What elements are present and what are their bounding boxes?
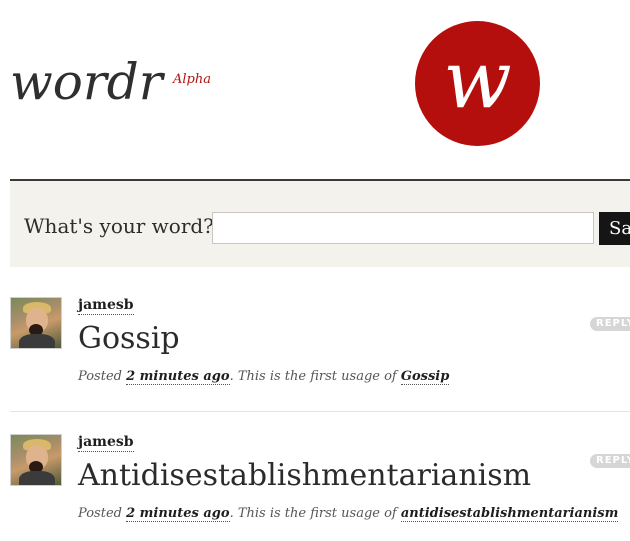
user-avatar[interactable] [10, 434, 62, 486]
reply-button[interactable]: REPLY [590, 317, 630, 331]
username-link[interactable]: jamesb [78, 297, 134, 315]
alpha-badge: Alpha [173, 72, 211, 87]
brand-logo-icon: w [415, 21, 540, 146]
usage-link[interactable]: antidisestablishmentarianism [400, 506, 619, 522]
time-link[interactable]: 2 minutes ago [126, 506, 230, 522]
reply-button[interactable]: REPLY [590, 454, 630, 468]
user-avatar[interactable] [10, 297, 62, 349]
entry-word: Gossip [78, 321, 180, 356]
meta-prefix: Posted [78, 369, 127, 384]
logo-letter: w [443, 32, 512, 126]
word-input[interactable] [212, 212, 594, 244]
word-entry-band: What's your word? Save [10, 179, 630, 267]
save-button[interactable]: Save [599, 212, 630, 245]
entry-meta: Posted 2 minutes ago. This is the first … [78, 506, 619, 522]
time-link[interactable]: 2 minutes ago [126, 369, 230, 385]
word-entry: jamesb Gossip Posted 2 minutes ago. This… [10, 297, 630, 407]
meta-prefix: Posted [78, 506, 127, 521]
usage-link[interactable]: Gossip [400, 369, 450, 385]
word-prompt-label: What's your word? [24, 214, 214, 238]
username-link[interactable]: jamesb [78, 434, 134, 452]
entry-word: Antidisestablishmentarianism [78, 458, 532, 493]
site-logo-text[interactable]: wordr [10, 52, 163, 112]
meta-middle: . This is the first usage of [229, 506, 401, 521]
word-entry: jamesb Antidisestablishmentarianism Post… [10, 434, 630, 539]
meta-middle: . This is the first usage of [229, 369, 401, 384]
entry-meta: Posted 2 minutes ago. This is the first … [78, 369, 450, 385]
entry-divider [10, 411, 630, 412]
